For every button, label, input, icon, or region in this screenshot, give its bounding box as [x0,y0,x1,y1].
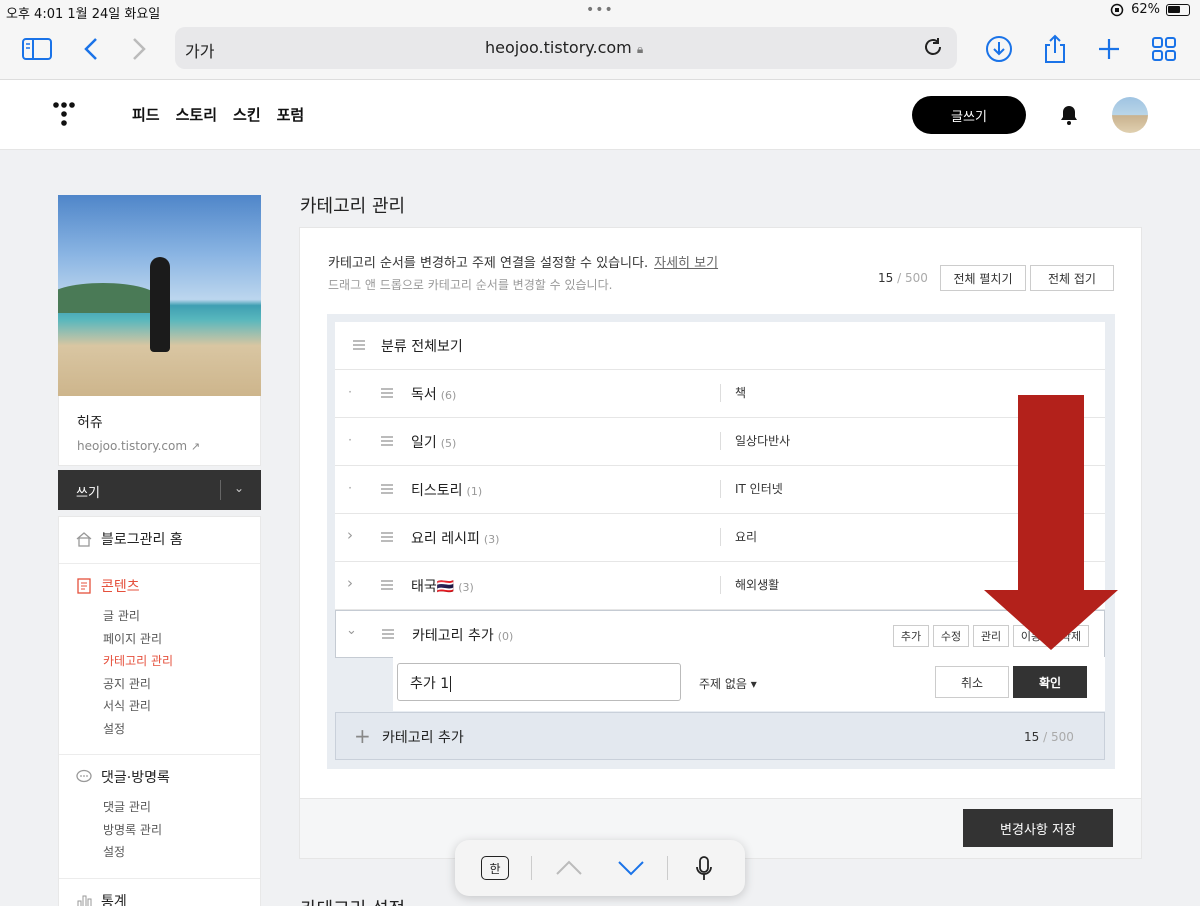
status-time: 오후 4:01 1월 24일 화요일 [6,7,161,22]
sidebar-item-comments[interactable]: 댓글·방명록 [75,767,244,787]
confirm-button[interactable]: 확인 [1013,666,1087,698]
forward-icon[interactable] [122,32,156,66]
address-bar[interactable]: 가가 heojoo.tistory.com 🔒︎ [175,27,957,69]
sidebar-item-pages[interactable]: 페이지 관리 [103,628,244,651]
drag-handle-icon[interactable] [381,388,393,398]
header-write-button[interactable]: 글쓰기 [912,96,1026,134]
lock-icon: 🔒︎ [636,42,644,56]
download-icon[interactable] [982,32,1016,66]
category-topic: 요리 [720,528,757,546]
category-edit-button[interactable]: 수정 [933,625,969,647]
sidebar-item-notices[interactable]: 공지 관리 [103,673,244,696]
blog-domain[interactable]: heojoo.tistory.com ↗︎ [77,439,242,453]
sidebar-item-templates[interactable]: 서식 관리 [103,695,244,718]
document-icon [77,578,91,594]
detail-link[interactable]: 자세히 보기 [654,256,718,271]
drag-handle-icon[interactable] [381,436,393,446]
site-header: 피드 스토리 스킨 포럼 글쓰기 [0,80,1200,150]
plus-icon: + [354,724,371,748]
red-arrow-annotation-icon [984,395,1118,650]
category-topic: 책 [720,384,746,402]
category-topic: IT 인터넷 [720,480,783,498]
drag-handle-icon[interactable] [381,484,393,494]
keyboard-accessory-bar: 한 [455,840,745,896]
tab-overview-icon[interactable] [1147,32,1181,66]
sidebar-write-button[interactable]: 쓰기 ⌄ [58,470,261,510]
orientation-lock-icon [1110,3,1124,16]
category-count: 15 / 500 [878,271,928,285]
sidebar-item-comment-settings[interactable]: 설정 [103,841,244,864]
expand-chevron-icon[interactable]: › [345,574,355,592]
nav-skin[interactable]: 스킨 [233,104,261,125]
add-category-count: 15 / 500 [1024,730,1074,744]
subcategory-name-input[interactable]: 추가 1 [397,663,681,701]
url-text: heojoo.tistory.com 🔒︎ [485,38,644,57]
nav-story[interactable]: 스토리 [176,104,217,125]
new-subcategory-editor: 추가 1 주제 없음 ▾ 취소 확인 [393,657,1105,711]
drag-handle-icon[interactable] [381,532,393,542]
category-add-button[interactable]: 추가 [893,625,929,647]
browser-toolbar: 가가 heojoo.tistory.com 🔒︎ [0,22,1200,80]
sidebar-item-categories[interactable]: 카테고리 관리 [103,650,244,673]
chevron-down-icon[interactable]: ⌄ [234,481,244,495]
cancel-button[interactable]: 취소 [935,666,1009,698]
category-description: 카테고리 순서를 변경하고 주제 연결을 설정할 수 있습니다. 자세히 보기 [328,256,719,271]
expand-all-button[interactable]: 전체 펼치기 [940,265,1026,291]
sidebar-menu: 블로그관리 홈 콘텐츠 글 관리 페이지 관리 카테고리 관리 공지 관리 서식… [58,516,261,906]
reload-icon[interactable] [921,35,945,59]
drag-handle-icon[interactable] [381,580,393,590]
home-icon [76,532,92,547]
category-topic: 일상다반사 [720,432,790,450]
drag-handle-icon[interactable] [353,340,365,350]
user-avatar[interactable] [1112,97,1148,133]
drag-handle-icon[interactable] [382,629,394,639]
sidebar-item-contents[interactable]: 콘텐츠 [75,576,244,596]
tistory-logo-icon[interactable] [52,101,76,129]
blog-name[interactable]: 허쥬 [77,412,242,432]
sidebar-item-guestbook-manage[interactable]: 방명록 관리 [103,819,244,842]
hangul-keyboard-button[interactable]: 한 [481,856,509,880]
page-title: 카테고리 관리 [300,196,406,217]
category-topic: 해외생활 [720,576,779,594]
drag-hint: 드래그 앤 드롭으로 카테고리 순서를 변경할 수 있습니다. [328,278,613,292]
previous-field-icon[interactable] [555,858,583,876]
text-size-button[interactable]: 가가 [185,38,214,62]
external-link-icon: ↗︎ [190,440,201,453]
sidebar-item-home[interactable]: 블로그관리 홈 [75,529,244,549]
multitask-dots-icon[interactable]: ••• [586,2,614,18]
collapse-all-button[interactable]: 전체 접기 [1030,265,1114,291]
microphone-icon[interactable] [695,855,713,883]
nav-feed[interactable]: 피드 [132,104,160,125]
main-nav: 피드 스토리 스킨 포럼 [132,104,304,125]
profile-info: 허쥬 heojoo.tistory.com ↗︎ [58,396,261,466]
sidebar-item-content-settings[interactable]: 설정 [103,718,244,741]
save-changes-button[interactable]: 변경사항 저장 [963,809,1113,847]
collapse-chevron-icon[interactable]: ⌄ [346,623,357,638]
category-row-root[interactable]: 분류 전체보기 [335,322,1105,370]
back-icon[interactable] [74,32,108,66]
admin-sidebar: 허쥬 heojoo.tistory.com ↗︎ 쓰기 ⌄ 블로그관리 홈 콘텐… [58,195,261,906]
battery-icon [1166,3,1190,16]
expand-chevron-icon[interactable]: › [345,526,355,544]
sidebar-item-posts[interactable]: 글 관리 [103,605,244,628]
category-settings-title: 카테고리 설정 [300,895,405,906]
bar-chart-icon [77,895,92,906]
add-category-row[interactable]: + 카테고리 추가 15 / 500 [335,712,1105,760]
profile-photo [58,195,261,396]
battery-percent: 62% [1131,2,1160,17]
new-tab-icon[interactable] [1092,32,1126,66]
share-icon[interactable] [1038,32,1072,66]
topic-select[interactable]: 주제 없음 ▾ [699,675,757,692]
sidebar-toggle-icon[interactable] [20,32,54,66]
notification-bell-icon[interactable] [1058,104,1080,126]
nav-forum[interactable]: 포럼 [277,104,305,125]
next-field-icon[interactable] [617,860,645,878]
sidebar-item-stats[interactable]: 통계 [75,891,244,906]
speech-bubble-icon [76,769,92,783]
sidebar-item-comment-manage[interactable]: 댓글 관리 [103,796,244,819]
status-bar: 오후 4:01 1월 24일 화요일 ••• 62% [0,0,1200,22]
